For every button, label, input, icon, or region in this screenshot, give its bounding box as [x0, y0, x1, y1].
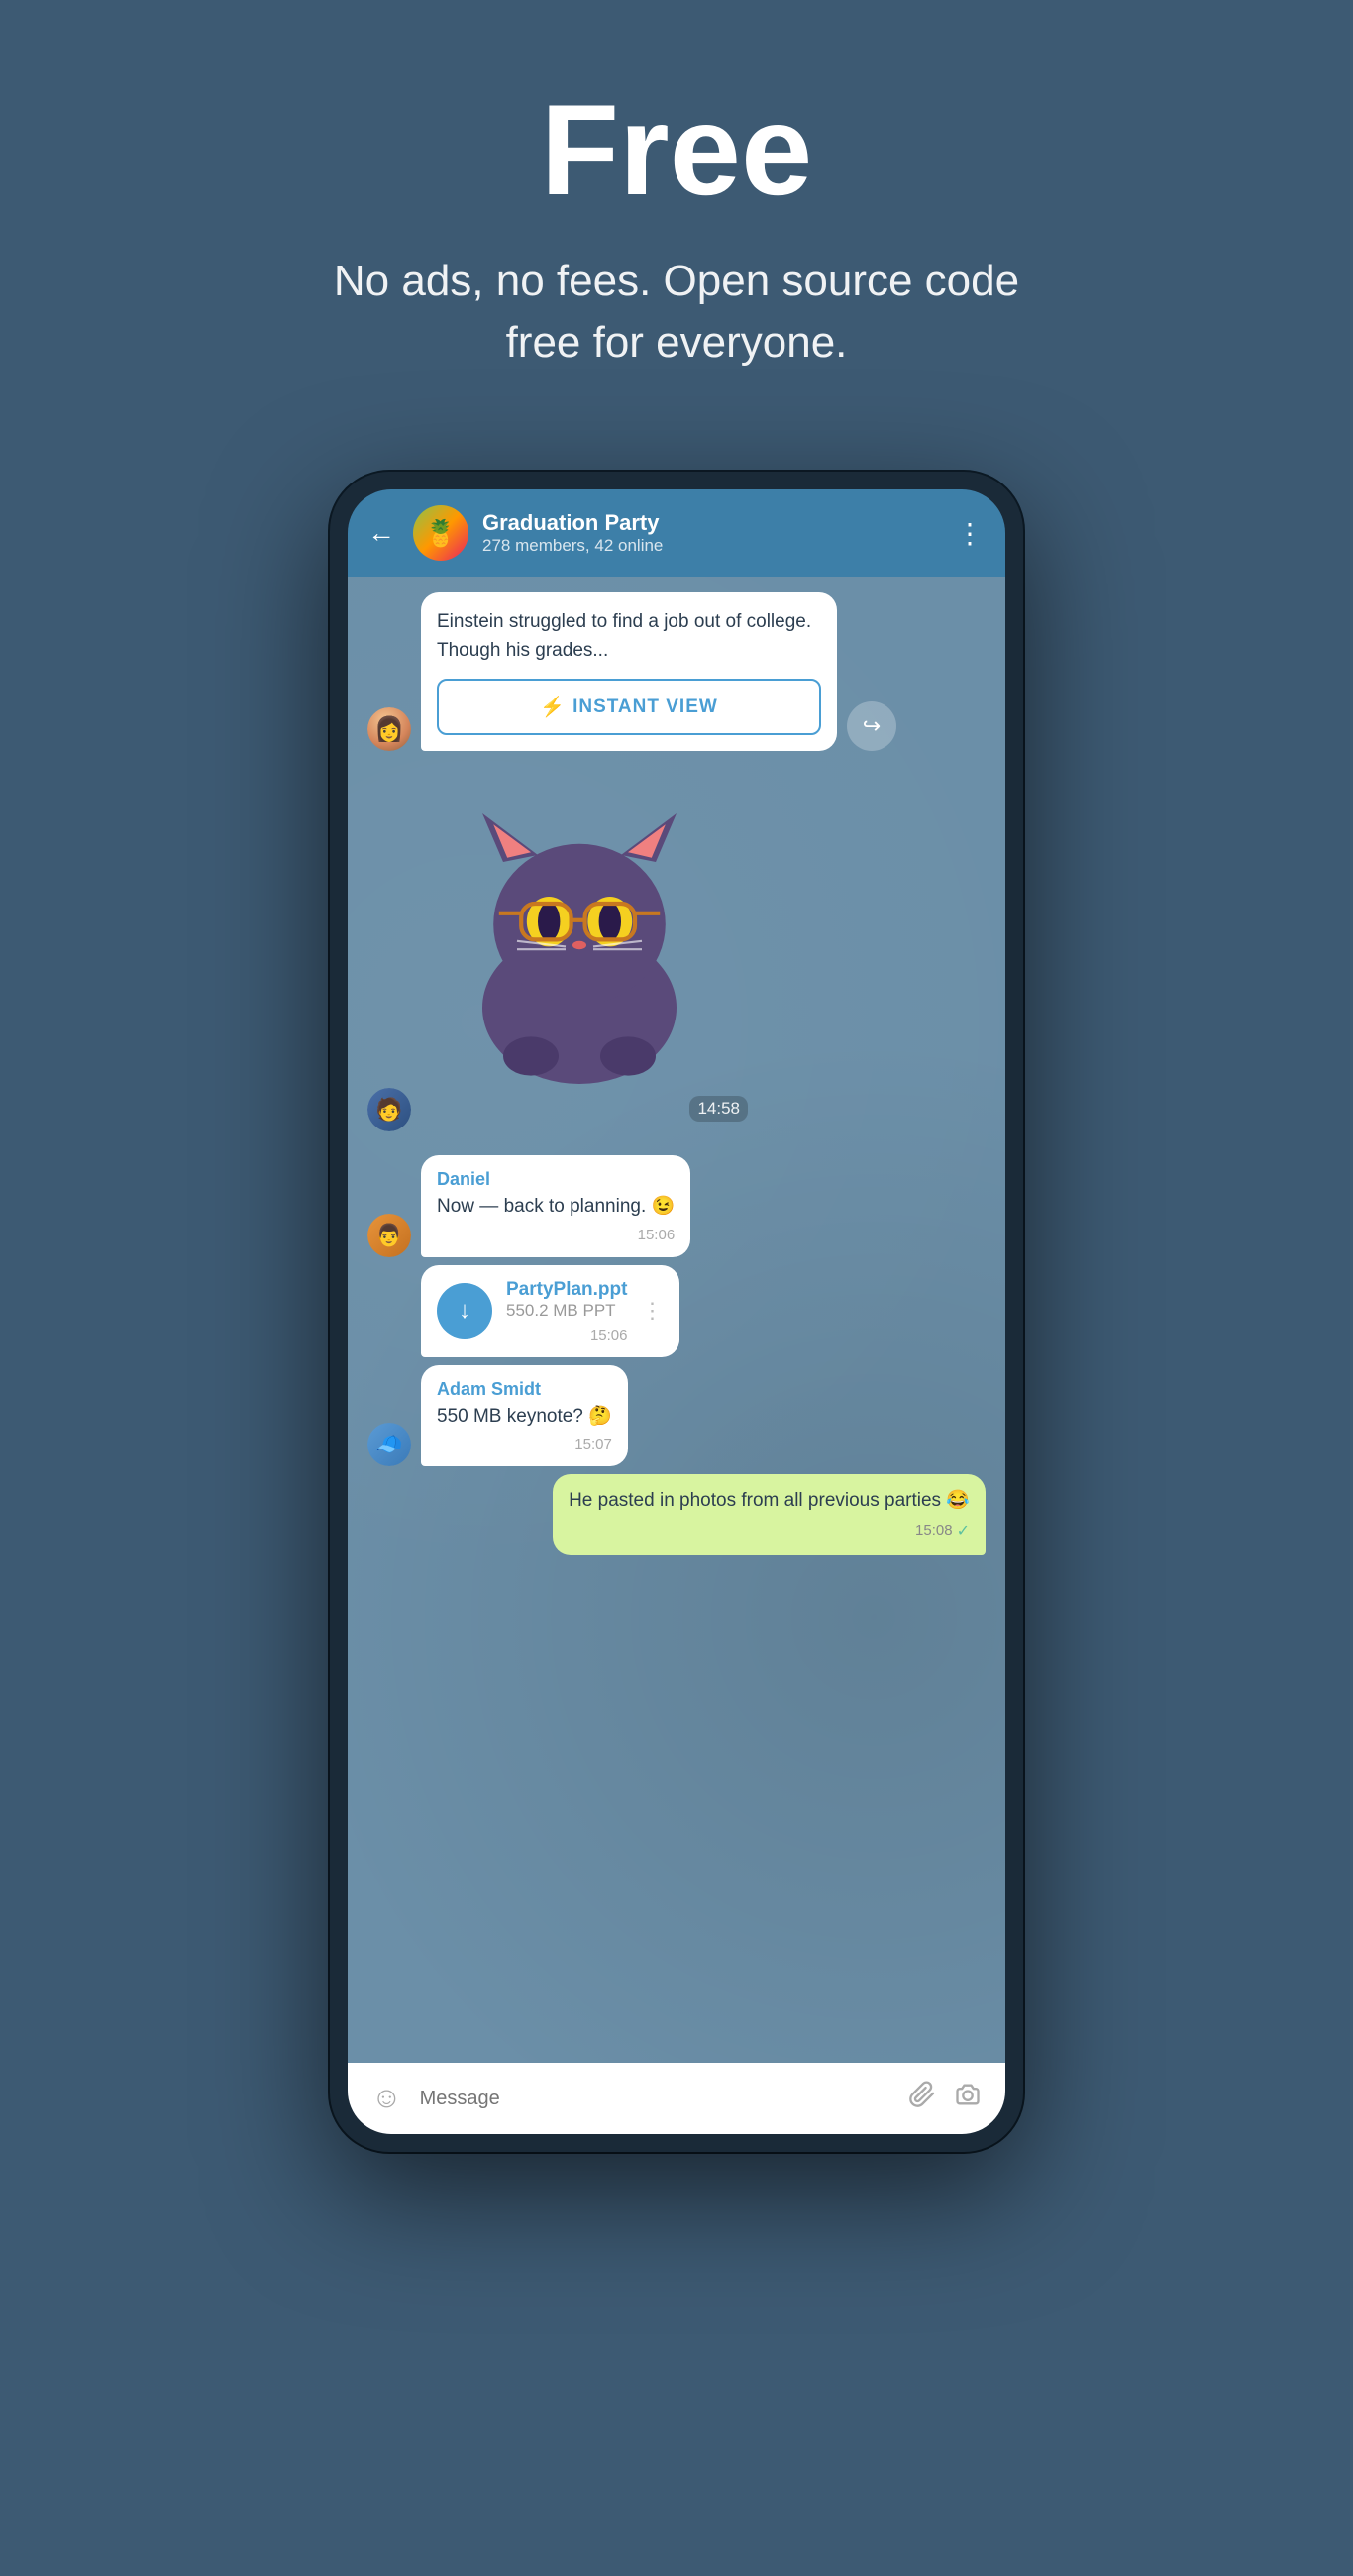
file-info: PartyPlan.ppt 550.2 MB PPT 15:06 — [506, 1279, 627, 1343]
sender-avatar-adam: 🧢 — [367, 1423, 411, 1466]
sender-avatar-girl: 👩 — [367, 707, 411, 751]
instant-view-label: INSTANT VIEW — [572, 697, 718, 718]
adam-message-time: 15:07 — [437, 1436, 612, 1452]
article-text: Einstein struggled to find a job out of … — [437, 608, 821, 665]
adam-sender-name: Adam Smidt — [437, 1379, 612, 1400]
article-message-row: 👩 Einstein struggled to find a job out o… — [367, 592, 986, 751]
hero-subtitle: No ads, no fees. Open source code free f… — [290, 251, 1063, 373]
file-message-row: ↓ PartyPlan.ppt 550.2 MB PPT 15:06 ⋮ — [367, 1265, 986, 1357]
back-button[interactable]: ← — [367, 517, 395, 549]
instant-view-button[interactable]: ⚡ INSTANT VIEW — [437, 679, 821, 735]
attach-button[interactable] — [908, 2081, 936, 2116]
own-message-time: 15:08 ✓ — [569, 1521, 970, 1541]
daniel-message-time: 15:06 — [437, 1227, 675, 1243]
group-status: 278 members, 42 online — [482, 536, 942, 556]
hero-section: Free No ads, no fees. Open source code f… — [0, 0, 1353, 432]
file-time: 15:06 — [506, 1327, 627, 1343]
header-info: Graduation Party 278 members, 42 online — [482, 510, 942, 556]
sticker-message-row: 🧑 A = πr² V = l³ P = 2πr A = πr² s = √(r… — [367, 775, 986, 1131]
own-time-label: 15:08 — [915, 1522, 953, 1539]
file-name: PartyPlan.ppt — [506, 1279, 627, 1301]
group-avatar: 🍍 — [413, 505, 468, 561]
sticker-area: A = πr² V = l³ P = 2πr A = πr² s = √(r²+… — [421, 775, 758, 1131]
share-button[interactable]: ↪ — [847, 701, 896, 751]
sender-avatar-boy: 🧑 — [367, 1088, 411, 1131]
cat-sticker — [441, 785, 718, 1092]
chat-area: 👩 Einstein struggled to find a job out o… — [348, 577, 1005, 2063]
file-more-button[interactable]: ⋮ — [641, 1298, 664, 1324]
daniel-sender-name: Daniel — [437, 1169, 675, 1190]
phone-screen: ← 🍍 Graduation Party 278 members, 42 onl… — [348, 489, 1005, 2134]
own-message-row: He pasted in photos from all previous pa… — [367, 1474, 986, 1555]
adam-message-row: 🧢 Adam Smidt 550 MB keynote? 🤔 15:07 — [367, 1365, 986, 1467]
emoji-button[interactable]: ☺ — [371, 2082, 402, 2115]
daniel-message-row: 👨 Daniel Now — back to planning. 😉 15:06 — [367, 1155, 986, 1257]
article-bubble: Einstein struggled to find a job out of … — [421, 592, 837, 751]
phone-outer-frame: ← 🍍 Graduation Party 278 members, 42 onl… — [330, 472, 1023, 2152]
hero-title: Free — [40, 79, 1313, 221]
check-mark-icon: ✓ — [957, 1521, 970, 1541]
message-input-field[interactable] — [420, 2088, 890, 2110]
adam-message-text: 550 MB keynote? 🤔 — [437, 1404, 612, 1431]
more-button[interactable]: ⋮ — [956, 517, 986, 550]
chat-header: ← 🍍 Graduation Party 278 members, 42 onl… — [348, 489, 1005, 577]
message-input-bar: ☺ — [348, 2063, 1005, 2134]
camera-button[interactable] — [954, 2081, 982, 2116]
own-message-text: He pasted in photos from all previous pa… — [569, 1488, 970, 1515]
file-bubble: ↓ PartyPlan.ppt 550.2 MB PPT 15:06 ⋮ — [421, 1265, 679, 1357]
lightning-icon: ⚡ — [540, 695, 565, 719]
sticker-time: 14:58 — [689, 1096, 748, 1122]
phone-mockup: ← 🍍 Graduation Party 278 members, 42 onl… — [330, 472, 1023, 2152]
file-size: 550.2 MB PPT — [506, 1301, 627, 1321]
daniel-bubble: Daniel Now — back to planning. 😉 15:06 — [421, 1155, 690, 1257]
group-name: Graduation Party — [482, 510, 942, 536]
adam-bubble: Adam Smidt 550 MB keynote? 🤔 15:07 — [421, 1365, 628, 1467]
sender-avatar-daniel: 👨 — [367, 1214, 411, 1257]
own-bubble: He pasted in photos from all previous pa… — [553, 1474, 986, 1555]
file-download-button[interactable]: ↓ — [437, 1283, 492, 1339]
daniel-message-text: Now — back to planning. 😉 — [437, 1194, 675, 1221]
